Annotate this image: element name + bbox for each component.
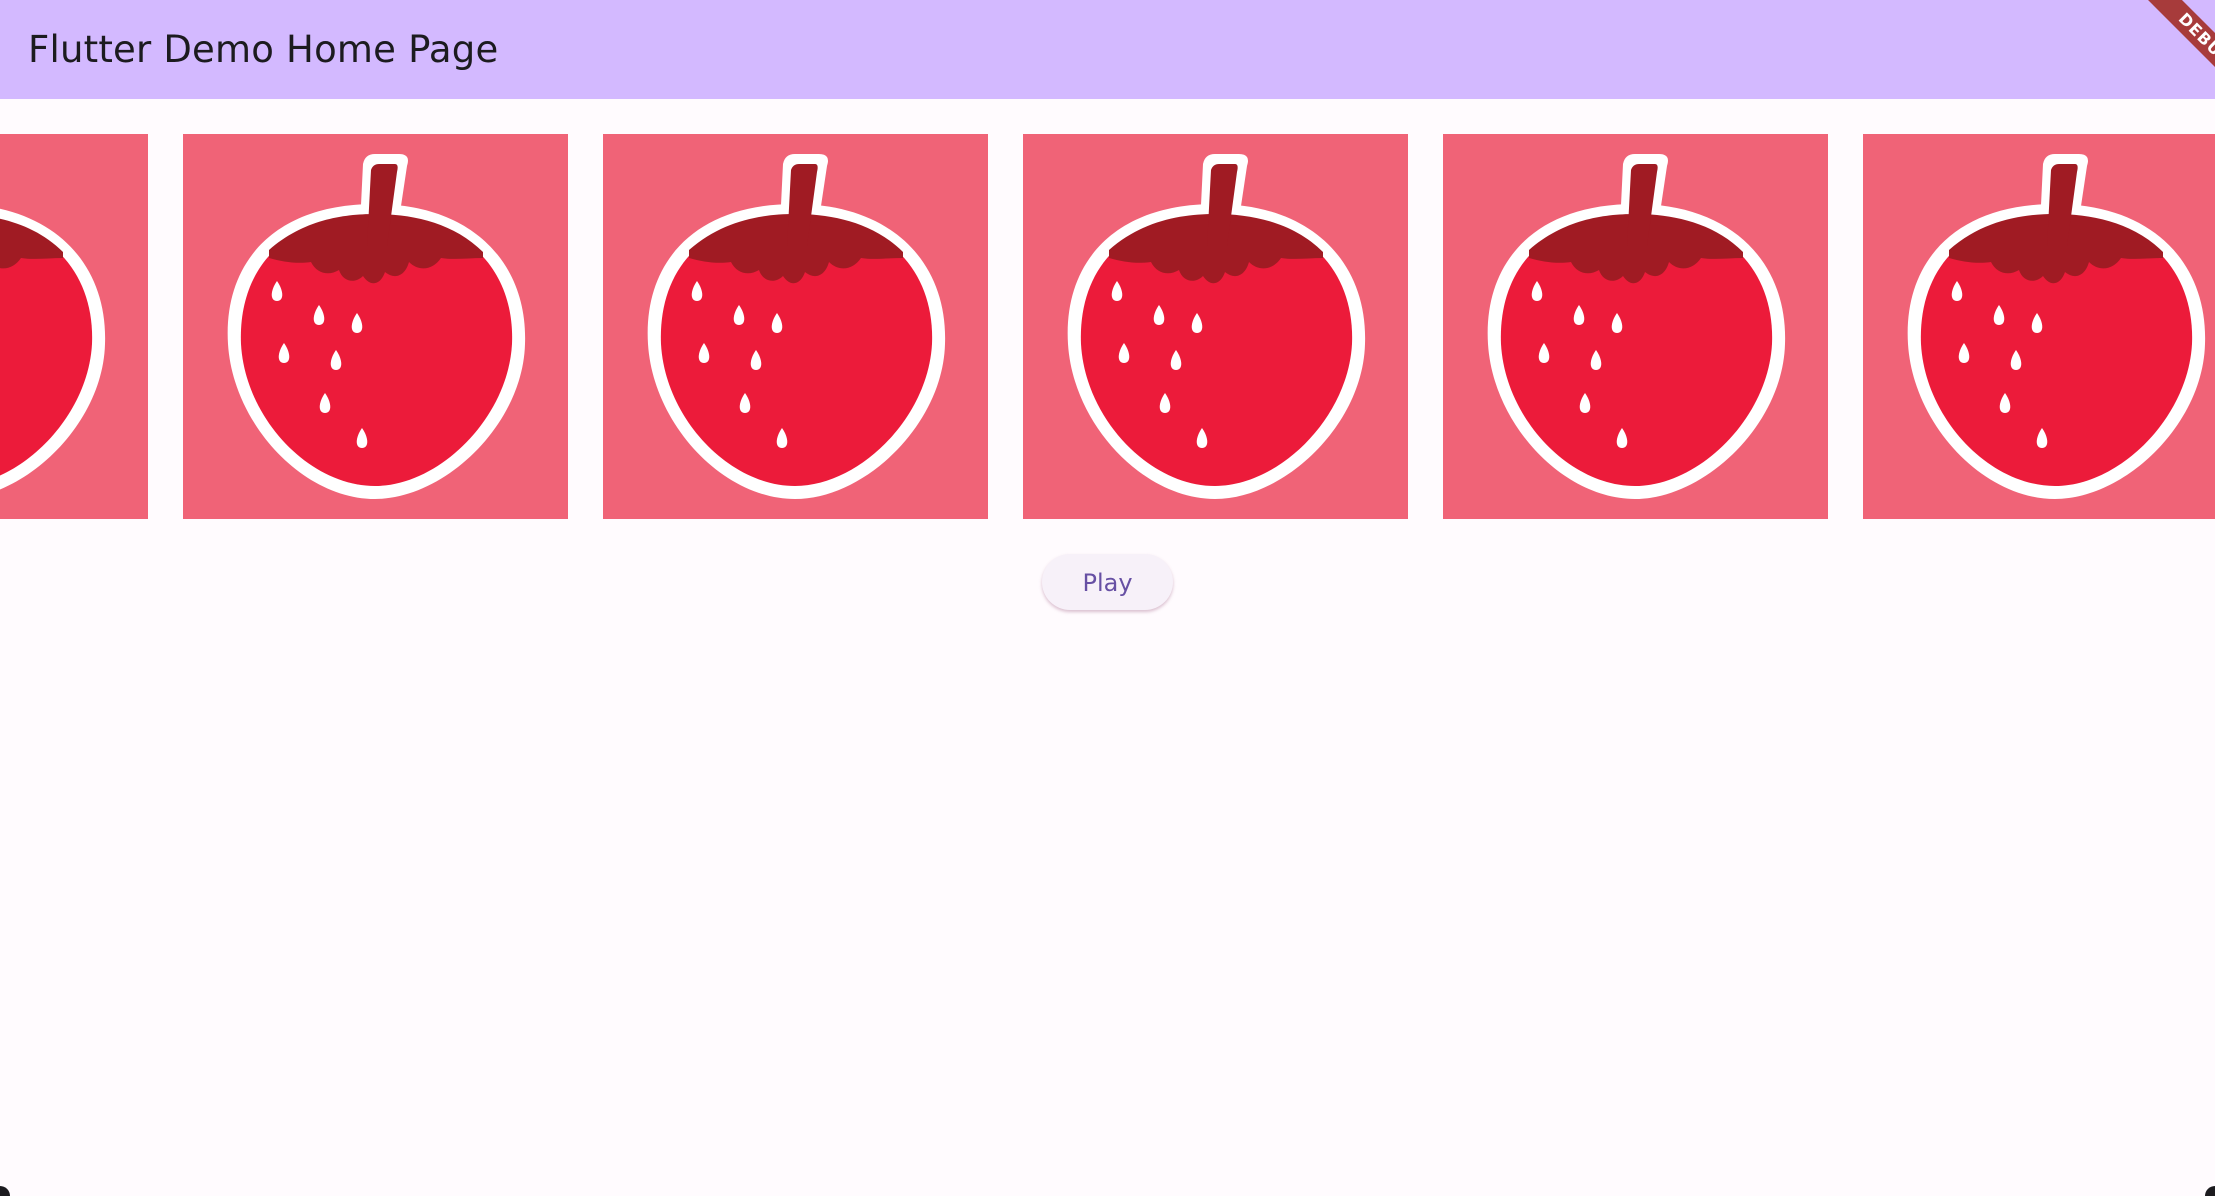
- window-corner: [0, 1186, 10, 1196]
- strawberry-icon: [1863, 134, 2215, 519]
- carousel-tile: [603, 134, 988, 519]
- carousel-tile: [0, 134, 148, 519]
- play-button[interactable]: Play: [1042, 554, 1173, 610]
- carousel-tile: [1863, 134, 2215, 519]
- strawberry-icon: [603, 134, 988, 519]
- app-window: Flutter Demo Home Page DEBUG Play: [0, 0, 2215, 1196]
- strawberry-icon: [0, 134, 148, 519]
- app-bar: Flutter Demo Home Page: [0, 0, 2215, 99]
- carousel-tile: [1023, 134, 1408, 519]
- carousel-tile: [183, 134, 568, 519]
- carousel-tile: [1443, 134, 1828, 519]
- strawberry-icon: [183, 134, 568, 519]
- page-title: Flutter Demo Home Page: [28, 28, 499, 71]
- window-corner: [2205, 1186, 2215, 1196]
- image-carousel[interactable]: [0, 134, 2215, 520]
- strawberry-icon: [1443, 134, 1828, 519]
- strawberry-icon: [1023, 134, 1408, 519]
